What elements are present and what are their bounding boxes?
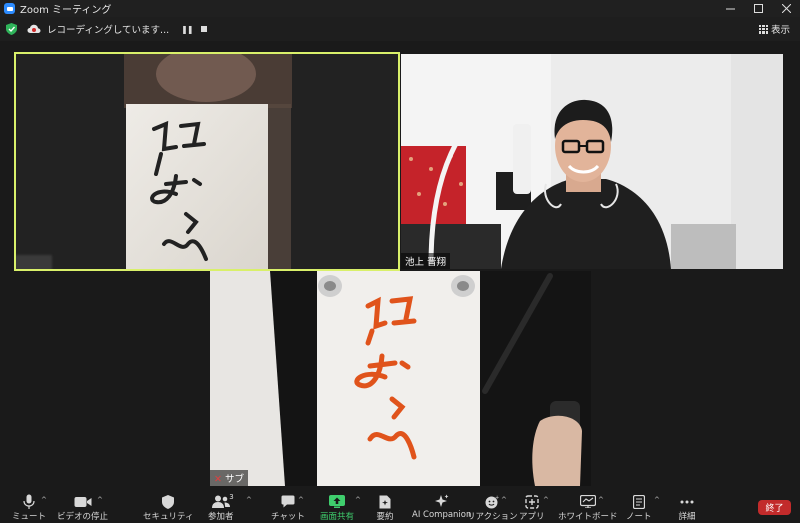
notes-button[interactable]: ノート <box>626 491 652 523</box>
encryption-shield-icon[interactable] <box>6 23 17 35</box>
stop-video-label: ビデオの停止 <box>57 512 109 522</box>
video-feed-man <box>401 54 783 269</box>
reactions-button[interactable]: + リアクション <box>467 491 518 523</box>
stop-recording-icon[interactable] <box>200 26 207 32</box>
chat-bubble-icon <box>279 494 297 509</box>
mute-label: ミュート <box>12 512 47 522</box>
reactions-smiley-icon: + <box>483 494 501 509</box>
summary-label: 要約 <box>376 512 394 522</box>
chat-options-chevron-icon[interactable]: ^ <box>298 496 304 504</box>
security-button[interactable]: セキュリティ <box>143 491 194 523</box>
whiteboard-label: ホワイトボード <box>558 512 618 522</box>
video-feed-brush-writing <box>210 271 591 486</box>
share-options-chevron-icon[interactable]: ^ <box>355 496 361 504</box>
participants-count: 3 <box>229 493 234 501</box>
reactions-label: リアクション <box>467 512 518 522</box>
summary-button[interactable]: 要約 <box>376 491 394 523</box>
recording-status-text: レコーディングしています... <box>47 25 170 36</box>
video-camera-icon <box>74 494 92 509</box>
video-tile-participant-2[interactable]: 池上 晋翔 <box>401 54 783 269</box>
video-options-chevron-icon[interactable]: ^ <box>97 496 103 504</box>
notes-label: ノート <box>626 512 652 522</box>
zoom-logo-icon <box>4 3 15 14</box>
share-screen-button[interactable]: 画面共有 <box>320 491 354 523</box>
participant-name-tag: ✕ サブ <box>210 470 249 486</box>
apps-options-chevron-icon[interactable]: ^ <box>543 496 549 504</box>
share-screen-label: 画面共有 <box>320 512 355 522</box>
meeting-info-bar: レコーディングしています... ❚❚ 表示 <box>0 17 800 41</box>
minimize-button[interactable] <box>716 0 744 17</box>
participants-label: 参加者 <box>208 512 234 522</box>
maximize-icon <box>753 4 763 13</box>
minimize-icon <box>725 8 735 10</box>
svg-text:+: + <box>495 495 499 501</box>
close-button[interactable] <box>772 0 800 17</box>
audio-options-chevron-icon[interactable]: ^ <box>41 496 47 504</box>
view-label: 表示 <box>770 25 790 36</box>
whiteboard-options-chevron-icon[interactable]: ^ <box>598 496 604 504</box>
ai-sparkle-icon <box>433 494 451 509</box>
participants-icon: 3 <box>211 493 234 509</box>
reactions-options-chevron-icon[interactable]: ^ <box>501 496 507 504</box>
notes-icon <box>630 494 648 509</box>
video-feed-calligraphy-card <box>16 54 398 269</box>
meeting-toolbar: ミュート ^ ビデオの停止 ^ セキュリティ 3 参加者 ^ チャット ^ 画面… <box>0 491 800 523</box>
apps-label: アプリ <box>519 512 545 522</box>
whiteboard-icon <box>579 494 597 509</box>
pause-recording-icon[interactable]: ❚❚ <box>181 25 193 34</box>
summary-document-icon <box>376 494 394 509</box>
video-tile-participant-3[interactable]: ✕ サブ <box>210 271 591 486</box>
ai-companion-label: AI Companion <box>412 510 472 520</box>
microphone-icon <box>20 494 38 509</box>
view-button[interactable]: 表示 <box>758 22 790 36</box>
grid-view-icon <box>758 24 768 34</box>
cloud-recording-icon <box>27 24 41 33</box>
title-bar: Zoom ミーティング <box>0 0 800 17</box>
participants-options-chevron-icon[interactable]: ^ <box>246 496 252 504</box>
more-dots-icon <box>678 494 696 509</box>
name-tag-blurred <box>16 255 52 269</box>
ai-companion-button[interactable]: AI Companion <box>412 491 471 523</box>
apps-button[interactable]: アプリ <box>519 491 545 523</box>
share-screen-icon <box>328 494 346 509</box>
chat-label: チャット <box>271 512 305 522</box>
apps-icon <box>523 494 541 509</box>
window-controls <box>716 0 800 17</box>
participant-name-tag: 池上 晋翔 <box>401 253 451 269</box>
more-label: 詳細 <box>678 512 696 522</box>
participants-button[interactable]: 3 参加者 <box>208 491 234 523</box>
security-label: セキュリティ <box>143 512 194 522</box>
end-meeting-button[interactable]: 終了 <box>758 500 791 515</box>
maximize-button[interactable] <box>744 0 772 17</box>
video-tile-participant-1[interactable] <box>14 52 400 271</box>
notes-options-chevron-icon[interactable]: ^ <box>654 496 660 504</box>
whiteboard-button[interactable]: ホワイトボード <box>558 491 618 523</box>
more-button[interactable]: 詳細 <box>678 491 696 523</box>
security-shield-icon <box>159 494 177 509</box>
close-icon <box>781 4 791 13</box>
muted-mic-icon: ✕ <box>214 474 222 485</box>
window-title: Zoom ミーティング <box>20 5 112 16</box>
